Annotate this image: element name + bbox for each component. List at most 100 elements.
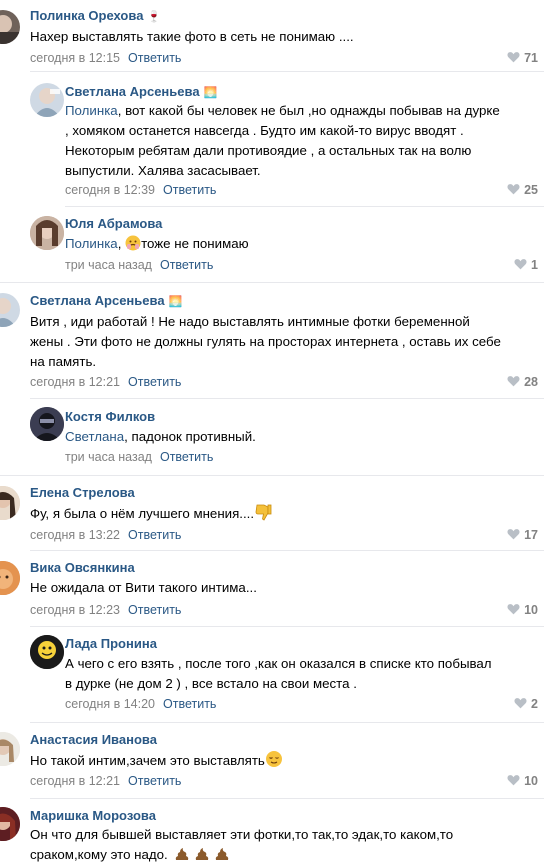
avatar[interactable] (30, 216, 64, 250)
reply-button[interactable]: Ответить (128, 528, 181, 542)
reply-button[interactable]: Ответить (128, 375, 181, 389)
face-emoji-icon (125, 235, 141, 251)
avatar-image (0, 732, 20, 766)
comment: Маришка Морозова Он что для бывшей выста… (0, 799, 558, 862)
comment-author[interactable]: Елена Стрелова (30, 484, 135, 502)
comment-meta: три часа назад Ответить (65, 256, 213, 274)
reply-button[interactable]: Ответить (128, 603, 181, 617)
avatar-image (30, 216, 64, 250)
poop-icon (215, 848, 229, 860)
poop-icon (195, 848, 209, 860)
comment: Юля Абрамова Полинка, тоже не понимаю тр… (0, 207, 558, 282)
comment-text: Не ожидала от Вити такого интима... (30, 580, 257, 595)
avatar-image (0, 486, 20, 520)
like-button[interactable]: 10 (507, 772, 538, 790)
comment: Лада Пронина А чего с его взять , после … (0, 627, 558, 722)
avatar[interactable] (0, 486, 20, 520)
comment-time[interactable]: три часа назад (65, 258, 152, 272)
avatar[interactable] (30, 635, 64, 669)
comment-text: Но такой интим,зачем это выставлять (30, 750, 283, 771)
heart-icon (507, 376, 520, 387)
comment: Полинка Орехова 🍷 Нахер выставлять такие … (0, 0, 558, 72)
comment-time[interactable]: сегодня в 12:21 (30, 774, 120, 788)
heart-icon (514, 259, 527, 270)
comment-meta: три часа назад Ответить (65, 448, 213, 466)
heart-icon (507, 184, 520, 195)
comment-text: Светлана, падонок противный. (65, 429, 256, 444)
comment-author[interactable]: Светлана Арсеньева 🌅 (30, 292, 182, 311)
comment: Анастасия Иванова Но такой интим,зачем э… (0, 723, 558, 798)
heart-icon (507, 604, 520, 615)
reply-button[interactable]: Ответить (163, 183, 216, 197)
avatar[interactable] (0, 561, 20, 595)
like-button[interactable]: 1 (514, 256, 538, 274)
like-button[interactable]: 25 (507, 181, 538, 199)
like-count: 10 (524, 774, 538, 788)
reply-button[interactable]: Ответить (160, 258, 213, 272)
poop-emoji-row (171, 847, 230, 862)
comment: Светлана Арсеньева 🌅 Витя , иди работай !… (0, 283, 558, 399)
reply-button[interactable]: Ответить (163, 697, 216, 711)
comment-time[interactable]: сегодня в 13:22 (30, 528, 120, 542)
comment-text: Нахер выставлять такие фото в сеть не по… (30, 29, 354, 44)
comment-text: Полинка, вот какой бы человек не был ,но… (65, 103, 500, 178)
avatar-image (34, 88, 60, 117)
comment-meta: сегодня в 12:23 Ответить (30, 601, 181, 619)
heart-icon (507, 529, 520, 540)
comment-author[interactable]: Анастасия Иванова (30, 731, 157, 749)
mention-link[interactable]: Полинка (65, 236, 118, 251)
avatar[interactable] (0, 10, 20, 44)
comment-author[interactable]: Маришка Морозова (30, 807, 156, 825)
reply-button[interactable]: Ответить (160, 450, 213, 464)
poop-icon (176, 848, 189, 860)
comment-author[interactable]: Светлана Арсеньева 🌅 (65, 83, 217, 102)
wine-glass-icon: 🍷 (147, 11, 162, 23)
comment-author[interactable]: Юля Абрамова (65, 215, 162, 233)
mention-link[interactable]: Полинка (65, 103, 118, 118)
comment: Елена Стрелова Фу, я была о нём лучшего … (0, 476, 558, 551)
comment: Вика Овсянкина Не ожидала от Вити такого… (0, 551, 558, 626)
comment-text: Витя , иди работай ! Не надо выставлять … (30, 314, 501, 369)
comment-meta: сегодня в 13:22 Ответить (30, 526, 181, 544)
like-button[interactable]: 71 (507, 49, 538, 67)
heart-icon (507, 52, 520, 63)
avatar[interactable] (0, 807, 20, 841)
like-count: 17 (524, 528, 538, 542)
comment-meta: сегодня в 12:39 Ответить (65, 181, 216, 199)
comment-author[interactable]: Вика Овсянкина (30, 559, 135, 577)
reply-button[interactable]: Ответить (128, 51, 181, 65)
comment-text: Он что для бывшей выставляет эти фотки,т… (30, 827, 454, 862)
like-button[interactable]: 28 (507, 373, 538, 391)
comment-time[interactable]: сегодня в 14:20 (65, 697, 155, 711)
mention-link[interactable]: Светлана (65, 429, 124, 444)
comment-author[interactable]: Полинка Орехова 🍷 (30, 7, 161, 26)
comment-meta: сегодня в 12:21 Ответить (30, 373, 181, 391)
comment-text: А чего с его взять , после того ,как он … (65, 656, 492, 691)
relieved-face-icon (265, 751, 282, 767)
sunset-icon: 🌅 (168, 296, 183, 308)
like-button[interactable]: 2 (514, 695, 538, 713)
avatar-image (0, 807, 20, 841)
avatar[interactable] (0, 293, 20, 327)
comment-text: Фу, я была о нём лучшего мнения.... (30, 503, 272, 524)
comment-time[interactable]: три часа назад (65, 450, 152, 464)
comment-time[interactable]: сегодня в 12:15 (30, 51, 120, 65)
comment-author[interactable]: Костя Филков (65, 408, 155, 426)
avatar-image (0, 15, 20, 44)
comment-time[interactable]: сегодня в 12:21 (30, 375, 120, 389)
like-count: 2 (531, 697, 538, 711)
like-button[interactable]: 17 (507, 526, 538, 544)
comment-author[interactable]: Лада Пронина (65, 635, 157, 653)
avatar[interactable] (30, 407, 64, 441)
heart-icon (507, 775, 520, 786)
like-button[interactable]: 10 (507, 601, 538, 619)
comment-time[interactable]: сегодня в 12:23 (30, 603, 120, 617)
avatar[interactable] (30, 83, 64, 117)
heart-icon (514, 698, 527, 709)
reply-button[interactable]: Ответить (128, 774, 181, 788)
comment-meta: сегодня в 12:15 Ответить (30, 49, 181, 67)
comment-meta: сегодня в 14:20 Ответить (65, 695, 216, 713)
avatar[interactable] (0, 732, 20, 766)
comment-time[interactable]: сегодня в 12:39 (65, 183, 155, 197)
thumbs-down-icon (255, 504, 272, 521)
